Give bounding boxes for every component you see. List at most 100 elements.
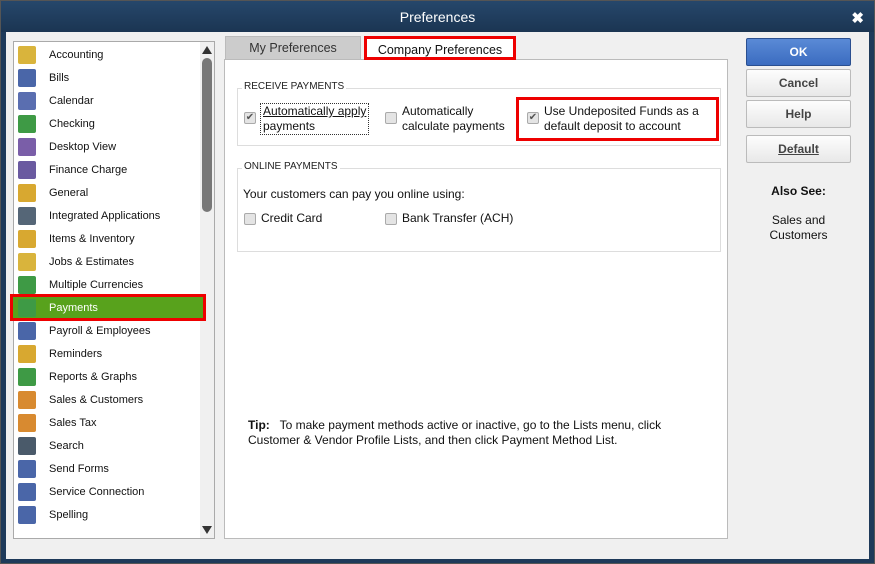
credit-card-checkbox[interactable] — [244, 213, 256, 225]
auto-apply-label[interactable]: Automatically apply payments — [260, 103, 370, 135]
sidebar-item-jobs-estimates[interactable]: Jobs & Estimates — [14, 250, 200, 273]
payments-icon — [18, 298, 36, 317]
sidebar-item-label: Jobs & Estimates — [49, 255, 134, 268]
tip-line: To make payment methods active or inacti… — [279, 418, 662, 432]
jobs-estimates-icon — [18, 252, 36, 271]
sidebar-item-label: Payroll & Employees — [49, 324, 151, 337]
items-inventory-icon — [18, 229, 36, 248]
sidebar-item-label: Accounting — [49, 48, 104, 61]
sidebar-item-label: Calendar — [49, 94, 94, 107]
sidebar-item-desktop-view[interactable]: Desktop View — [14, 135, 200, 158]
sidebar-item-label: Integrated Applications — [49, 209, 161, 222]
default-button[interactable]: Default — [746, 135, 851, 163]
sidebar-item-search[interactable]: Search — [14, 434, 200, 457]
label-line: Automatically — [402, 104, 474, 118]
sidebar-item-label: Desktop View — [49, 140, 117, 153]
auto-calc-checkbox[interactable] — [385, 112, 397, 124]
sidebar-item-sales-tax[interactable]: Sales Tax — [14, 411, 200, 434]
list-scrollbar[interactable] — [200, 42, 214, 538]
payroll-employees-icon — [18, 321, 36, 340]
sidebar-item-general[interactable]: General — [14, 181, 200, 204]
sidebar-item-payroll-employees[interactable]: Payroll & Employees — [14, 319, 200, 342]
reminders-icon — [18, 344, 36, 363]
also-see-link[interactable]: Sales and Customers — [746, 213, 851, 243]
sidebar-item-label: Items & Inventory — [49, 232, 135, 245]
auto-apply-checkbox[interactable]: ✔ — [244, 112, 256, 124]
label-line: Automatically apply — [263, 104, 367, 118]
finance-charge-icon — [18, 160, 36, 179]
tip-label: Tip: — [248, 418, 270, 432]
bills-icon — [18, 68, 36, 87]
scroll-down-icon[interactable] — [202, 526, 212, 534]
sidebar-item-checking[interactable]: Checking — [14, 112, 200, 135]
tab-my-preferences[interactable]: My Preferences — [225, 36, 361, 60]
sidebar-item-finance-charge[interactable]: Finance Charge — [14, 158, 200, 181]
close-icon[interactable]: ✖ — [851, 9, 864, 27]
undeposited-funds-checkbox[interactable]: ✔ — [527, 112, 539, 124]
label-line: payments — [263, 119, 316, 133]
sidebar-item-label: Checking — [49, 117, 95, 130]
sidebar-item-label: Spelling — [49, 508, 89, 521]
help-button[interactable]: Help — [746, 100, 851, 128]
sidebar-item-bills[interactable]: Bills — [14, 66, 200, 89]
sidebar-item-send-forms[interactable]: Send Forms — [14, 457, 200, 480]
sidebar-item-integrated-applications[interactable]: Integrated Applications — [14, 204, 200, 227]
sidebar-item-service-connection[interactable]: Service Connection — [14, 480, 200, 503]
scroll-thumb[interactable] — [202, 58, 212, 212]
link-line: Customers — [769, 228, 828, 242]
sidebar-item-items-inventory[interactable]: Items & Inventory — [14, 227, 200, 250]
sidebar-item-label: Bills — [49, 71, 70, 84]
service-connection-icon — [18, 482, 36, 501]
online-payments-group: ONLINE PAYMENTS Your customers can pay y… — [237, 161, 721, 252]
sidebar-item-label: Reports & Graphs — [49, 370, 138, 383]
sidebar-item-sales-customers[interactable]: Sales & Customers — [14, 388, 200, 411]
group-label: RECEIVE PAYMENTS — [242, 81, 347, 92]
checking-icon — [18, 114, 36, 133]
general-icon — [18, 183, 36, 202]
sidebar-item-spelling[interactable]: Spelling — [14, 503, 200, 526]
group-label: ONLINE PAYMENTS — [242, 161, 340, 172]
tab-label: Company Preferences — [377, 43, 503, 57]
desktop-view-icon — [18, 137, 36, 156]
also-see-label: Also See: — [771, 184, 826, 198]
auto-calc-label[interactable]: Automatically calculate payments — [402, 104, 505, 134]
title-bar: Preferences — [1, 1, 874, 32]
ach-checkbox[interactable] — [385, 213, 397, 225]
sidebar-item-calendar[interactable]: Calendar — [14, 89, 200, 112]
credit-card-label[interactable]: Credit Card — [261, 211, 322, 226]
online-intro: Your customers can pay you online using: — [243, 187, 465, 201]
sidebar-item-label: Send Forms — [49, 462, 109, 475]
label-line: default deposit to account — [544, 119, 681, 133]
tab-company-preferences[interactable]: Company Preferences — [364, 36, 516, 60]
sales-customers-icon — [18, 390, 36, 409]
undeposited-funds-label[interactable]: Use Undeposited Funds as a default deposi… — [544, 104, 699, 134]
sidebar-item-label: Sales & Customers — [49, 393, 144, 406]
ach-label[interactable]: Bank Transfer (ACH) — [402, 211, 513, 226]
label-line: Use Undeposited Funds as a — [544, 104, 699, 118]
sidebar-item-label: Sales Tax — [49, 416, 97, 429]
tip-line: Customer & Vendor Profile Lists, and the… — [248, 433, 618, 447]
sidebar-item-multiple-currencies[interactable]: Multiple Currencies — [14, 273, 200, 296]
scroll-up-icon[interactable] — [202, 46, 212, 54]
sidebar-item-label: General — [49, 186, 89, 199]
company-preferences-panel: RECEIVE PAYMENTS ✔ Automatically apply pa… — [224, 59, 728, 539]
label-line: calculate payments — [402, 119, 505, 133]
ok-button[interactable]: OK — [746, 38, 851, 66]
sidebar-item-accounting[interactable]: Accounting — [14, 43, 200, 66]
tab-label: My Preferences — [249, 41, 337, 55]
window-title: Preferences — [399, 9, 476, 25]
sidebar-item-reports-graphs[interactable]: Reports & Graphs — [14, 365, 200, 388]
sidebar-item-label: Search — [49, 439, 84, 452]
preference-category-list[interactable]: Accounting Bills Calendar Checking Desktop V… — [10, 41, 215, 539]
spelling-icon — [18, 505, 36, 524]
receive-payments-group: RECEIVE PAYMENTS ✔ Automatically apply pa… — [237, 81, 721, 146]
integrated-applications-icon — [18, 206, 36, 225]
tip-text: Tip: To make payment methods active or i… — [248, 418, 661, 448]
sidebar-item-label: Reminders — [49, 347, 103, 360]
sidebar-item-label: Payments — [49, 301, 98, 314]
sidebar-item-reminders[interactable]: Reminders — [14, 342, 200, 365]
sales-tax-icon — [18, 413, 36, 432]
search-icon — [18, 436, 36, 455]
sidebar-item-payments[interactable]: Payments — [10, 294, 206, 321]
cancel-button[interactable]: Cancel — [746, 69, 851, 97]
